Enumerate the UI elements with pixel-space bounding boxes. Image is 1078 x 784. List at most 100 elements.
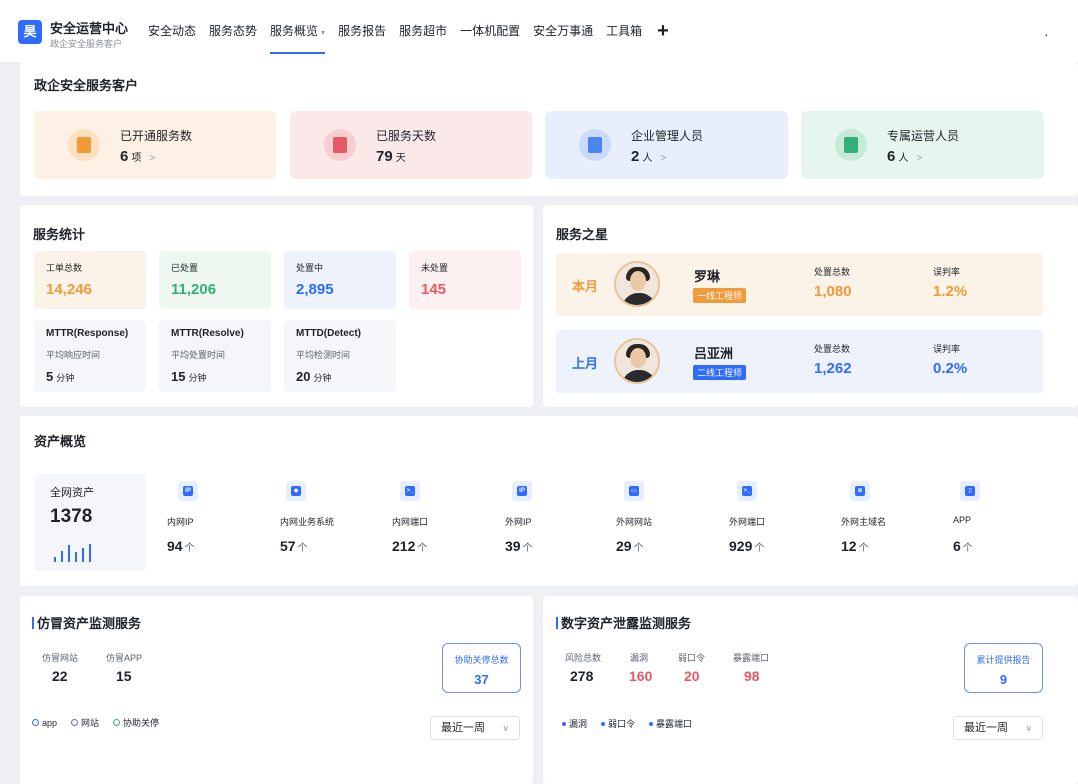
globe-icon: ⊕ bbox=[850, 481, 870, 501]
ticket-stat-box[interactable]: 未处置 145 bbox=[409, 251, 521, 309]
asset-name: 内网端口 bbox=[392, 517, 429, 527]
counterfeit-metric-label: 仿冒网站 bbox=[42, 653, 79, 663]
leak-metric-label: 漏洞 bbox=[630, 653, 649, 663]
legend-ring-icon bbox=[32, 719, 39, 726]
asset-unit: 个 bbox=[522, 543, 533, 554]
summary-unit: 天 bbox=[395, 153, 406, 164]
icon-glyph: ◆ bbox=[291, 486, 301, 496]
asset-total-box[interactable]: 全网资产 1378 bbox=[34, 474, 146, 571]
mttr-box: MTTR(Resolve) 平均处置时间 15 分钟 bbox=[159, 320, 271, 392]
legend-item[interactable]: 弱口令 bbox=[601, 717, 635, 730]
nav-item-service-overview[interactable]: 服务概览 ▾ bbox=[270, 0, 326, 62]
chart-icon bbox=[835, 129, 867, 161]
asset-name: 外网端口 bbox=[729, 517, 766, 527]
mttr-box: MTTD(Detect) 平均检测时间 20 分钟 bbox=[284, 320, 396, 392]
legend-item[interactable]: 漏洞 bbox=[562, 717, 587, 730]
service-star-row[interactable]: 本月 罗琳 一线工程师 处置总数 1,080 误判率 1.2% bbox=[556, 253, 1043, 316]
engineer-level-badge: 一线工程师 bbox=[693, 288, 747, 303]
summary-box[interactable]: 已开通服务数 6 项 > bbox=[34, 111, 276, 179]
terminal-icon: >_ bbox=[400, 481, 420, 501]
avatar-body bbox=[622, 370, 656, 382]
asset-item[interactable]: ⊕ 外网主域名 12 个 bbox=[841, 481, 941, 561]
mttr-value: 15 分钟 bbox=[171, 369, 206, 384]
legend-item[interactable]: 协助关停 bbox=[113, 716, 159, 729]
add-tab-icon[interactable]: + bbox=[657, 0, 669, 62]
app-logo-icon[interactable]: 昊 bbox=[18, 20, 42, 44]
legend-item[interactable]: 暴露端口 bbox=[649, 717, 692, 730]
app-title: 安全运营中心 bbox=[50, 21, 129, 36]
mttr-unit: 分钟 bbox=[313, 373, 332, 383]
legend-item[interactable]: 网站 bbox=[71, 716, 99, 729]
nav-item-security-news[interactable]: 安全动态 bbox=[148, 0, 196, 62]
mttr-title: MTTR(Response) bbox=[46, 328, 129, 339]
mini-bar bbox=[61, 551, 63, 562]
asset-unit: 个 bbox=[417, 543, 428, 554]
service-star-row[interactable]: 上月 吕亚洲 二线工程师 处置总数 1,262 误判率 0.2% bbox=[556, 330, 1043, 393]
summary-number: 6 bbox=[887, 148, 896, 165]
nav-item-service-report[interactable]: 服务报告 bbox=[338, 0, 386, 62]
legend-item[interactable]: app bbox=[32, 718, 57, 728]
summary-box[interactable]: 已服务天数 79 天 bbox=[290, 111, 532, 179]
section-title: 服务统计 bbox=[33, 227, 86, 242]
summary-value: 79 天 bbox=[376, 148, 406, 165]
asset-unit: 个 bbox=[962, 543, 973, 554]
nav-item-appliance-config[interactable]: 一体机配置 bbox=[460, 0, 520, 62]
engineer-name: 罗琳 bbox=[694, 269, 721, 284]
nav-item-toolbox[interactable]: 工具箱 bbox=[606, 0, 642, 62]
mttr-box: MTTR(Response) 平均响应时间 5 分钟 bbox=[34, 320, 146, 392]
summary-value: 2 人 > bbox=[631, 148, 666, 165]
engineer-name: 吕亚洲 bbox=[694, 346, 734, 361]
title-accent-bar bbox=[32, 617, 34, 629]
ticket-stat-box[interactable]: 处置中 2,895 bbox=[284, 251, 396, 309]
section-title-text: 数字资产泄露监测服务 bbox=[561, 616, 692, 631]
mttr-title: MTTD(Detect) bbox=[296, 328, 361, 339]
asset-number: 929 bbox=[729, 538, 753, 554]
legend-label: app bbox=[42, 717, 58, 728]
mttr-value: 5 分钟 bbox=[46, 369, 74, 384]
asset-item[interactable]: IP 内网IP 94 个 bbox=[167, 481, 267, 561]
ticket-stat-box[interactable]: 已处置 11,206 bbox=[159, 251, 271, 309]
ip-icon: IP bbox=[178, 481, 198, 501]
asset-item[interactable]: >_ 内网端口 212 个 bbox=[392, 481, 492, 561]
asset-name: 外网IP bbox=[505, 517, 532, 527]
asset-item[interactable]: ◆ 内网业务系统 57 个 bbox=[280, 481, 380, 561]
asset-item[interactable]: ▯ APP 6 个 bbox=[953, 481, 1053, 561]
counterfeit-metric-value: 15 bbox=[116, 668, 132, 684]
icon-glyph: IP bbox=[183, 486, 193, 496]
icon-glyph: >_ bbox=[742, 486, 752, 496]
assist-shutdown-button[interactable]: 协助关停总数 37 bbox=[442, 643, 521, 693]
total-handled-value: 1,262 bbox=[814, 360, 852, 377]
mttr-title: MTTR(Resolve) bbox=[171, 328, 244, 339]
asset-count: 39 个 bbox=[505, 538, 533, 554]
nav-item-service-posture[interactable]: 服务态势 bbox=[209, 0, 257, 62]
asset-count: 12 个 bbox=[841, 538, 869, 554]
leak-period-select[interactable]: 最近一周 ∨ bbox=[953, 716, 1043, 740]
nav-label: 安全万事通 bbox=[533, 24, 594, 38]
summary-label: 已开通服务数 bbox=[120, 129, 193, 143]
asset-count: 29 个 bbox=[616, 538, 644, 554]
counterfeit-period-select[interactable]: 最近一周 ∨ bbox=[430, 716, 520, 740]
nav-item-security-qa[interactable]: 安全万事通 bbox=[533, 0, 593, 62]
stat-label: 工单总数 bbox=[46, 263, 83, 273]
summary-box[interactable]: 企业管理人员 2 人 > bbox=[545, 111, 788, 179]
leak-legend: 漏洞 弱口令 暴露端口 bbox=[562, 717, 692, 730]
user-icon bbox=[579, 129, 611, 161]
report-total-button[interactable]: 累计提供报告 9 bbox=[964, 643, 1043, 693]
asset-count: 94 个 bbox=[167, 538, 195, 554]
asset-item[interactable]: >_ 外网端口 929 个 bbox=[729, 481, 829, 561]
icon-shape bbox=[77, 137, 91, 153]
total-handled-label: 处置总数 bbox=[814, 267, 851, 277]
misjudge-rate-value: 1.2% bbox=[933, 283, 968, 300]
asset-item[interactable]: ▭ 外网网站 29 个 bbox=[616, 481, 716, 561]
summary-box[interactable]: 专属运营人员 6 人 > bbox=[801, 111, 1044, 179]
phone-icon: ▯ bbox=[960, 481, 980, 501]
summary-unit: 人 bbox=[898, 153, 909, 164]
legend-ring-icon bbox=[71, 719, 79, 726]
icon-glyph: IP bbox=[517, 486, 527, 496]
more-menu-icon[interactable]: · bbox=[1044, 26, 1049, 42]
asset-item[interactable]: IP 外网IP 39 个 bbox=[505, 481, 605, 561]
legend-dot-icon bbox=[562, 721, 566, 726]
nav-item-service-market[interactable]: 服务超市 bbox=[399, 0, 447, 62]
ticket-stat-box[interactable]: 工单总数 14,246 bbox=[34, 251, 146, 309]
nav-label: 服务概览 bbox=[270, 24, 319, 38]
